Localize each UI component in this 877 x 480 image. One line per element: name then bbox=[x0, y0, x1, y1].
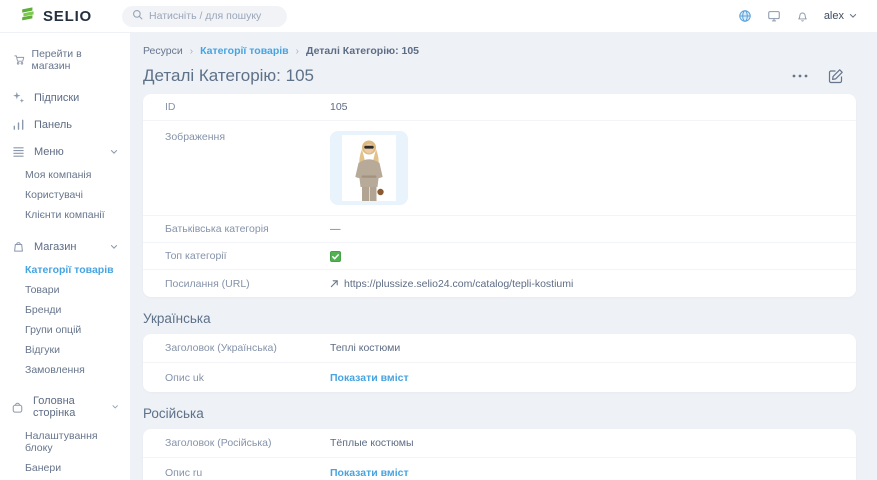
detail-row-url: Посилання (URL) https://plussize.selio24… bbox=[143, 270, 856, 297]
go-to-store-label: Перейти в магазин bbox=[32, 48, 120, 72]
selio-logo-icon bbox=[20, 6, 36, 27]
chevron-down-icon bbox=[849, 13, 857, 19]
sidebar-item-subscriptions[interactable]: Підписки bbox=[0, 84, 130, 111]
chevron-down-icon bbox=[110, 244, 118, 250]
row-label: Зображення bbox=[165, 131, 330, 143]
section-title-ukrainian: Українська bbox=[143, 311, 856, 326]
hamburger-icon bbox=[11, 145, 25, 158]
row-value: Теплі костюми bbox=[330, 342, 400, 354]
category-image-thumbnail[interactable] bbox=[330, 131, 408, 205]
detail-row-id: ID 105 bbox=[143, 94, 856, 121]
row-value: Тёплые костюмы bbox=[330, 437, 414, 449]
bar-chart-icon bbox=[11, 118, 25, 131]
sidebar-item-shop[interactable]: Магазин bbox=[0, 233, 130, 260]
sidebar-item-reviews[interactable]: Відгуки bbox=[0, 340, 130, 360]
sidebar-item-brands[interactable]: Бренди bbox=[0, 300, 130, 320]
ukrainian-section-card: Заголовок (Українська) Теплі костюми Опи… bbox=[143, 334, 856, 392]
detail-row-description-ru: Опис ru Показати вміст bbox=[143, 458, 856, 480]
ellipsis-icon bbox=[792, 74, 808, 78]
sidebar-label: Панель bbox=[34, 119, 72, 131]
sparkles-icon bbox=[11, 91, 25, 104]
sidebar-item-my-company[interactable]: Моя компанія bbox=[0, 165, 130, 185]
row-label: ID bbox=[165, 101, 330, 113]
sidebar-item-go-to-store[interactable]: Перейти в магазин bbox=[0, 46, 130, 74]
detail-row-description-uk: Опис uk Показати вміст bbox=[143, 363, 856, 392]
breadcrumb: Ресурси › Категорії товарів › Деталі Кат… bbox=[143, 45, 856, 57]
breadcrumb-resources[interactable]: Ресурси bbox=[143, 45, 183, 57]
section-title-russian: Російська bbox=[143, 406, 856, 421]
more-options-button[interactable] bbox=[792, 74, 808, 78]
sidebar-label: Меню bbox=[34, 146, 64, 158]
row-label: Опис ru bbox=[165, 467, 330, 479]
user-menu[interactable]: alex bbox=[824, 10, 857, 22]
breadcrumb-separator: › bbox=[190, 46, 193, 57]
sidebar: Перейти в магазин Підписки Панель bbox=[0, 33, 130, 480]
sidebar-item-option-groups[interactable]: Групи опцій bbox=[0, 320, 130, 340]
russian-section-card: Заголовок (Російська) Тёплые костюмы Опи… bbox=[143, 429, 856, 480]
search-input[interactable] bbox=[149, 10, 277, 22]
row-label: Заголовок (Російська) bbox=[165, 437, 330, 449]
row-value: 105 bbox=[330, 101, 348, 113]
top-header: SELIO bbox=[0, 0, 877, 33]
monitor-icon[interactable] bbox=[767, 9, 781, 23]
sidebar-item-block-settings[interactable]: Налаштування блоку bbox=[0, 426, 130, 458]
detail-row-title-ru: Заголовок (Російська) Тёплые костюмы bbox=[143, 429, 856, 458]
show-content-link[interactable]: Показати вміст bbox=[330, 467, 409, 479]
header-actions: alex bbox=[738, 9, 857, 23]
edit-button[interactable] bbox=[828, 68, 844, 84]
bell-icon[interactable] bbox=[796, 9, 809, 23]
sidebar-item-products[interactable]: Товари bbox=[0, 280, 130, 300]
breadcrumb-separator: › bbox=[296, 46, 299, 57]
chevron-down-icon bbox=[112, 404, 118, 410]
row-label: Посилання (URL) bbox=[165, 278, 330, 290]
user-name: alex bbox=[824, 10, 844, 22]
main-content: Ресурси › Категорії товарів › Деталі Кат… bbox=[130, 33, 877, 480]
sidebar-label: Підписки bbox=[34, 92, 79, 104]
sidebar-item-company-clients[interactable]: Клієнти компанії bbox=[0, 205, 130, 225]
row-label: Заголовок (Українська) bbox=[165, 342, 330, 354]
page-title: Деталі Категорію: 105 bbox=[143, 66, 314, 86]
sidebar-item-users[interactable]: Користувачі bbox=[0, 185, 130, 205]
sidebar-item-menu[interactable]: Меню bbox=[0, 138, 130, 165]
selio-logo[interactable]: SELIO bbox=[20, 6, 92, 27]
sidebar-item-orders[interactable]: Замовлення bbox=[0, 360, 130, 380]
row-label: Батьківська категорія bbox=[165, 223, 330, 235]
breadcrumb-current: Деталі Категорію: 105 bbox=[306, 45, 419, 57]
chevron-down-icon bbox=[110, 149, 118, 155]
detail-row-title-uk: Заголовок (Українська) Теплі костюми bbox=[143, 334, 856, 363]
logo-text: SELIO bbox=[43, 8, 92, 25]
sidebar-item-banners[interactable]: Банери bbox=[0, 458, 130, 478]
row-value: — bbox=[330, 223, 341, 235]
category-url-link[interactable]: https://plussize.selio24.com/catalog/tep… bbox=[344, 278, 573, 290]
sidebar-label: Магазин bbox=[34, 241, 76, 253]
category-details-card: ID 105 Зображення bbox=[143, 94, 856, 297]
global-search[interactable] bbox=[122, 6, 287, 27]
sidebar-label: Головна сторінка bbox=[33, 395, 103, 419]
shopping-bag-icon bbox=[11, 240, 25, 253]
cart-icon bbox=[14, 54, 26, 66]
row-label: Опис uk bbox=[165, 372, 330, 384]
app-window: SELIO bbox=[0, 0, 877, 480]
row-label: Топ категорії bbox=[165, 250, 330, 262]
detail-row-parent-category: Батьківська категорія — bbox=[143, 216, 856, 243]
category-photo bbox=[342, 135, 396, 201]
checkbox-checked-icon bbox=[330, 251, 341, 262]
show-content-link[interactable]: Показати вміст bbox=[330, 372, 409, 384]
sidebar-item-dashboard[interactable]: Панель bbox=[0, 111, 130, 138]
sidebar-item-homepage[interactable]: Головна сторінка bbox=[0, 388, 130, 426]
sidebar-item-product-categories[interactable]: Категорії товарів bbox=[0, 260, 130, 280]
external-link-icon bbox=[330, 279, 339, 288]
edit-pencil-icon bbox=[828, 68, 844, 84]
breadcrumb-categories-link[interactable]: Категорії товарів bbox=[200, 45, 289, 57]
language-globe-icon[interactable] bbox=[738, 9, 752, 23]
homepage-icon bbox=[11, 401, 24, 414]
detail-row-top-category: Топ категорії bbox=[143, 243, 856, 270]
search-icon bbox=[132, 7, 143, 25]
detail-row-image: Зображення bbox=[143, 121, 856, 216]
